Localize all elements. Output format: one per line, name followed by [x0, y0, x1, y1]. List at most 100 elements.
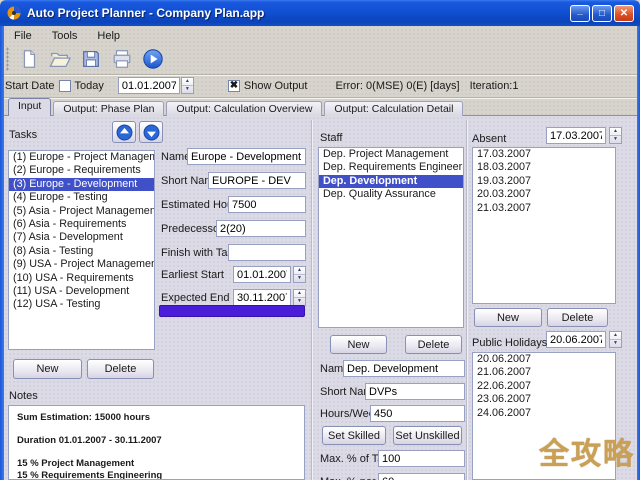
open-file-button[interactable]	[46, 46, 74, 72]
run-play-icon	[143, 49, 163, 69]
absent-date-input[interactable]	[546, 127, 606, 144]
separator-1	[311, 120, 313, 480]
list-item[interactable]: (9) USA - Project Management	[9, 258, 154, 271]
list-item[interactable]: (5) Asia - Project Management	[9, 205, 154, 218]
task-delete-button[interactable]: Delete	[87, 359, 154, 379]
spinner-up-button[interactable]: ▲	[294, 267, 305, 275]
start-date-input[interactable]	[117, 77, 180, 94]
estimated-hours-input[interactable]	[228, 196, 306, 213]
list-item[interactable]: (3) Europe - Development	[9, 177, 154, 192]
spinner-down-button[interactable]: ▼	[294, 275, 305, 282]
expected-end-input[interactable]	[233, 289, 291, 306]
expected-end-spinner[interactable]: ▲ ▼	[293, 289, 306, 306]
spinner-down-button[interactable]: ▼	[182, 86, 193, 93]
tab-input[interactable]: Input	[8, 98, 52, 116]
move-task-up-button[interactable]	[112, 121, 136, 143]
earliest-start-spinner[interactable]: ▲ ▼	[293, 266, 306, 283]
list-item[interactable]: 20.06.2007	[473, 353, 615, 366]
list-item[interactable]: Dep. Project Management	[319, 148, 463, 161]
spinner-up-button[interactable]: ▲	[294, 290, 305, 298]
task-short-name-input[interactable]	[208, 172, 306, 189]
finish-with-task-label: Finish with Task	[161, 247, 239, 259]
list-item[interactable]: Dep. Development	[319, 174, 463, 189]
list-item[interactable]: (11) USA - Development	[9, 285, 154, 298]
hours-week-input[interactable]	[370, 405, 465, 422]
start-date-spinner[interactable]: ▲ ▼	[180, 77, 194, 94]
list-item[interactable]: 21.06.2007	[473, 366, 615, 379]
tab-output-calculation-detail[interactable]: Output: Calculation Detail	[324, 101, 464, 116]
spinner-up-button[interactable]: ▲	[610, 332, 621, 340]
close-button[interactable]: ✕	[614, 4, 634, 22]
save-floppy-icon	[83, 51, 99, 67]
save-button[interactable]	[77, 46, 105, 72]
list-item[interactable]: 20.03.2007	[473, 188, 615, 201]
list-item[interactable]: Dep. Requirements Engineering	[319, 161, 463, 174]
list-item[interactable]: 19.03.2007	[473, 175, 615, 188]
run-button[interactable]	[139, 46, 167, 72]
title-bar: Auto Project Planner - Company Plan.app …	[0, 0, 640, 26]
tab-output-calculation-overview[interactable]: Output: Calculation Overview	[166, 101, 323, 116]
notes-textarea[interactable]: Sum Estimation: 15000 hours Duration 01.…	[8, 405, 305, 480]
today-checkbox[interactable]	[58, 79, 71, 92]
predecessors-input[interactable]	[216, 220, 306, 237]
absent-date-spinner[interactable]: ▲ ▼	[609, 127, 622, 144]
set-unskilled-button[interactable]: Set Unskilled	[393, 426, 462, 445]
absent-new-button[interactable]: New	[474, 308, 542, 327]
list-item[interactable]: (4) Europe - Testing	[9, 191, 154, 204]
show-output-label: Show Output	[243, 79, 308, 92]
list-item[interactable]: Dep. Quality Assurance	[319, 188, 463, 201]
menu-file[interactable]: File	[6, 29, 40, 43]
max-percent-task-input[interactable]	[378, 450, 465, 467]
list-item[interactable]: (7) Asia - Development	[9, 231, 154, 244]
menu-help[interactable]: Help	[89, 29, 128, 43]
finish-with-task-input[interactable]	[228, 244, 306, 261]
list-item[interactable]: (12) USA - Testing	[9, 298, 154, 311]
tab-output-phase-plan[interactable]: Output: Phase Plan	[53, 101, 165, 116]
list-item[interactable]: 18.03.2007	[473, 161, 615, 174]
tasks-list[interactable]: (1) Europe - Project Management(2) Europ…	[8, 150, 155, 350]
show-output-checkbox[interactable]: ✖	[227, 79, 240, 92]
spinner-down-button[interactable]: ▼	[610, 136, 621, 143]
spinner-up-button[interactable]: ▲	[610, 128, 621, 136]
new-file-button[interactable]	[15, 46, 43, 72]
staff-list[interactable]: Dep. Project Management Dep. Requirements…	[318, 147, 464, 328]
maximize-button[interactable]: □	[592, 4, 612, 22]
holiday-date-spinner[interactable]: ▲ ▼	[609, 331, 622, 348]
holiday-date-input[interactable]	[546, 331, 606, 348]
list-item[interactable]: (6) Asia - Requirements	[9, 218, 154, 231]
menu-tools[interactable]: Tools	[44, 29, 86, 43]
move-task-down-button[interactable]	[139, 121, 163, 143]
print-button[interactable]	[108, 46, 136, 72]
task-name-label: Name	[161, 151, 191, 163]
list-item[interactable]: 17.03.2007	[473, 148, 615, 161]
staff-delete-button[interactable]: Delete	[405, 335, 462, 354]
spinner-up-button[interactable]: ▲	[181, 78, 193, 86]
absent-delete-button[interactable]: Delete	[547, 308, 608, 327]
absent-list[interactable]: 17.03.2007 18.03.2007 19.03.2007 20.03.2007…	[472, 147, 616, 304]
list-item[interactable]: 21.03.2007	[473, 202, 615, 215]
minimize-button[interactable]: _	[570, 4, 590, 22]
list-item[interactable]: (8) Asia - Testing	[9, 245, 154, 258]
separator-2	[466, 120, 468, 480]
list-item[interactable]: 24.06.2007	[473, 407, 615, 420]
task-name-input[interactable]	[187, 148, 306, 165]
list-item[interactable]: (1) Europe - Project Management	[9, 151, 154, 164]
list-item[interactable]: (2) Europe - Requirements	[9, 164, 154, 177]
spinner-down-button[interactable]: ▼	[294, 298, 305, 305]
spinner-down-button[interactable]: ▼	[610, 340, 621, 347]
max-percent-week-input[interactable]	[378, 473, 465, 480]
list-item[interactable]: (10) USA - Requirements	[9, 272, 154, 285]
toolbar-grip[interactable]	[6, 47, 9, 71]
staff-name-input[interactable]	[343, 360, 465, 377]
set-skilled-button[interactable]: Set Skilled	[322, 426, 386, 445]
list-item[interactable]: 22.06.2007	[473, 380, 615, 393]
today-label: Today	[74, 79, 104, 92]
staff-new-button[interactable]: New	[330, 335, 387, 354]
printer-icon	[113, 50, 131, 68]
arrow-down-icon	[143, 124, 159, 140]
public-holidays-label: Public Holidays	[472, 337, 548, 349]
list-item[interactable]: 23.06.2007	[473, 393, 615, 406]
task-new-button[interactable]: New	[13, 359, 82, 379]
earliest-start-input[interactable]	[233, 266, 291, 283]
staff-short-name-input[interactable]	[365, 383, 465, 400]
